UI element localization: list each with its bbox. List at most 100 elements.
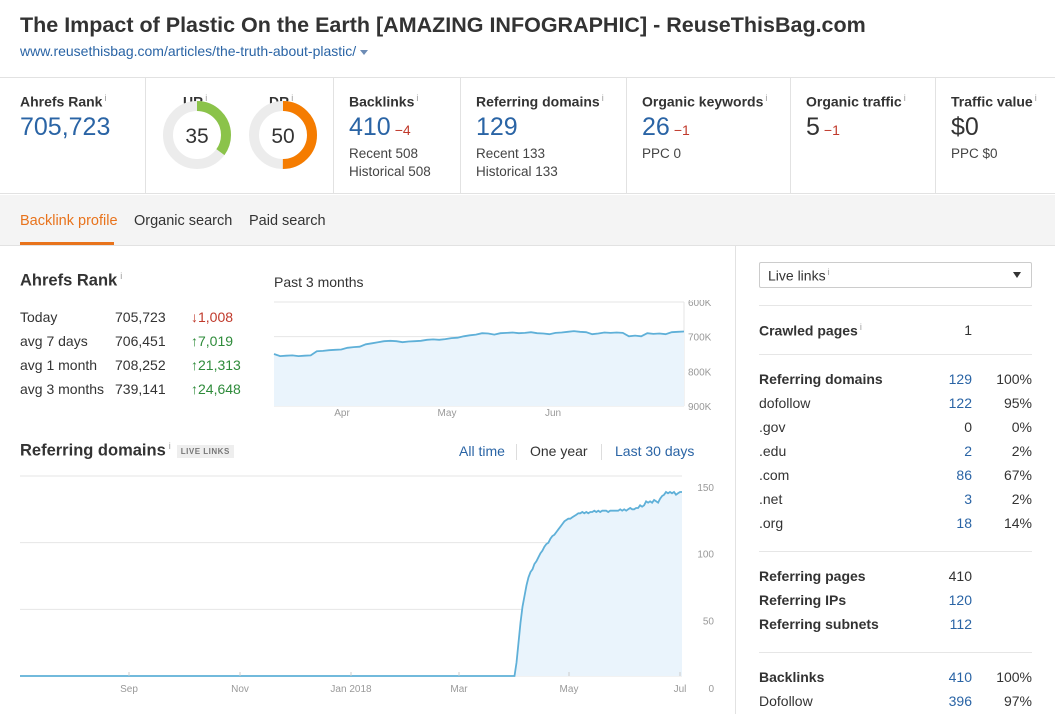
range-one-year[interactable]: One year: [530, 443, 588, 459]
y-tick-label: 700K: [688, 333, 712, 344]
stat-row: .net 3 2%: [759, 491, 1032, 509]
stat-percent: 100%: [996, 371, 1032, 387]
tab-paid-search[interactable]: Paid search: [249, 213, 326, 229]
stat-value[interactable]: 120: [949, 592, 972, 608]
stat-row: .gov 0 0%: [759, 419, 1032, 437]
metric-ahrefs-rank: Ahrefs Rank i 705,723: [0, 78, 146, 194]
stat-row: Referring pages 410: [759, 568, 1032, 586]
range-separator: [601, 444, 602, 460]
panel-separator: [759, 305, 1032, 306]
stat-percent: 97%: [1003, 693, 1032, 709]
tab-organic-search[interactable]: Organic search: [134, 213, 232, 229]
rank-row-change: ↓1,008: [191, 309, 234, 325]
organic-traffic-delta: −1: [823, 122, 840, 138]
info-icon[interactable]: i: [828, 267, 830, 277]
stat-label: dofollow: [759, 395, 811, 411]
x-tick-label: Apr: [334, 408, 350, 419]
ur-donut: 35: [163, 101, 231, 169]
panel-separator: [759, 652, 1032, 653]
stat-row: .edu 2 2%: [759, 443, 1032, 461]
chevron-down-icon[interactable]: [360, 49, 369, 55]
stat-percent: 14%: [1003, 515, 1032, 531]
referring-domains-value[interactable]: 129: [476, 113, 518, 142]
info-icon[interactable]: i: [416, 93, 418, 103]
stat-percent: 0%: [1011, 419, 1032, 435]
stat-label: Referring subnets: [759, 616, 879, 632]
tab-backlink-profile[interactable]: Backlink profile: [20, 213, 118, 229]
select-value[interactable]: Live links: [768, 268, 826, 284]
info-icon[interactable]: i: [904, 93, 906, 103]
metric-backlinks: Backlinks i 410 −4 Recent 508 Historical 5…: [334, 78, 461, 194]
stat-value[interactable]: 396: [949, 693, 972, 709]
rank-row: avg 1 month 708,252 ↑21,313: [20, 357, 260, 375]
page-url[interactable]: www.reusethisbag.com/articles/the-truth-…: [20, 43, 369, 59]
range-last-30-days[interactable]: Last 30 days: [615, 443, 694, 459]
traffic-value-value: $0: [951, 113, 979, 141]
stat-value[interactable]: 3: [964, 491, 972, 507]
stat-value[interactable]: 112: [950, 616, 972, 632]
rank-area: [274, 331, 684, 406]
info-icon[interactable]: i: [765, 93, 767, 103]
panel-divider: [735, 246, 736, 714]
stat-label: .org: [759, 515, 784, 531]
stat-label: Dofollow: [759, 693, 813, 709]
info-icon[interactable]: i: [860, 322, 862, 332]
info-icon[interactable]: i: [602, 93, 604, 103]
organic-keywords-value[interactable]: 26: [642, 113, 670, 141]
stat-value[interactable]: 18: [956, 515, 972, 531]
live-links-select[interactable]: Live links i: [759, 262, 1032, 288]
range-all-time[interactable]: All time: [459, 443, 505, 459]
stat-value[interactable]: 410: [949, 669, 972, 685]
crawled-pages-value: 1: [964, 322, 972, 338]
ahrefs-rank-section-title: Ahrefs Rank i: [20, 271, 122, 291]
metric-label: Ahrefs Rank: [20, 93, 103, 110]
chevron-down-icon[interactable]: [1013, 272, 1021, 278]
stat-label: Referring pages: [759, 568, 866, 584]
section-title-text: Referring domains: [20, 441, 166, 460]
stat-value[interactable]: 86: [956, 467, 972, 483]
stat-row: .org 18 14%: [759, 515, 1032, 533]
range-separator: [516, 444, 517, 460]
stat-row: Dofollow 396 97%: [759, 693, 1032, 711]
traffic-value-ppc: PPC $0: [951, 146, 998, 161]
x-tick-label: Jun: [545, 408, 561, 419]
stat-label: Referring IPs: [759, 592, 847, 608]
x-tick-label: Jan 2018: [330, 684, 372, 695]
stat-row: Referring subnets 112: [759, 616, 1032, 634]
referring-domains-section-title: Referring domains i LIVE LINKS: [20, 441, 234, 461]
page-url-text[interactable]: www.reusethisbag.com/articles/the-truth-…: [20, 43, 356, 59]
info-icon[interactable]: i: [104, 93, 106, 103]
ahrefs-rank-value[interactable]: 705,723: [20, 113, 110, 142]
rank-row-change: ↑21,313: [191, 357, 241, 373]
referring-domains-chart[interactable]: 150 100 50 0 Sep Nov Jan 2018 Mar May Jul: [14, 472, 724, 707]
section-title-text: Ahrefs Rank: [20, 271, 118, 290]
metric-organic-keywords: Organic keywords i 26 −1 PPC 0: [627, 78, 791, 194]
metric-label: Traffic value: [951, 93, 1033, 110]
info-icon[interactable]: i: [169, 441, 171, 451]
backlinks-value[interactable]: 410: [349, 113, 391, 141]
stat-value[interactable]: 129: [949, 371, 972, 387]
stat-value: 0: [964, 419, 972, 435]
stat-row: Referring domains 129 100%: [759, 371, 1032, 389]
metric-referring-domains: Referring domains i 129 Recent 133 Histor…: [461, 78, 627, 194]
ahrefs-rank-chart[interactable]: 600K 700K 800K 900K Apr May Jun: [270, 300, 720, 420]
organic-traffic-value[interactable]: 5: [806, 113, 820, 141]
rank-row-value: 705,723: [115, 309, 166, 325]
stat-row: dofollow 122 95%: [759, 395, 1032, 413]
crawled-pages-row: Crawled pages i 1: [759, 322, 1032, 340]
info-icon[interactable]: i: [1035, 93, 1037, 103]
referring-domains-recent: Recent 133: [476, 146, 546, 161]
stat-value[interactable]: 122: [949, 395, 972, 411]
stat-label: .com: [759, 467, 790, 483]
stat-value[interactable]: 2: [964, 443, 972, 459]
stat-row: .com 86 67%: [759, 467, 1032, 485]
metric-label: Organic traffic: [806, 93, 902, 110]
dr-donut: 50: [249, 101, 317, 169]
info-icon[interactable]: i: [120, 271, 122, 281]
x-tick-label: Sep: [120, 684, 138, 695]
panel-separator: [759, 354, 1032, 355]
rank-row-label: avg 7 days: [20, 333, 88, 349]
x-tick-label: Nov: [231, 684, 249, 695]
x-tick-label: May: [438, 408, 457, 419]
metric-organic-traffic: Organic traffic i 5 −1: [791, 78, 936, 194]
